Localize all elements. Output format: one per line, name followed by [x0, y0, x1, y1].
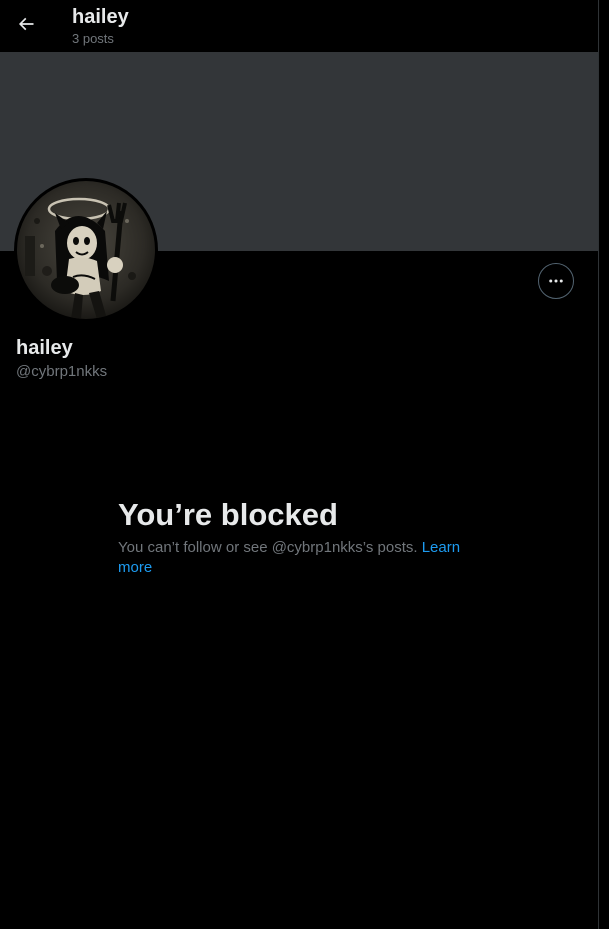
header-title: hailey — [72, 6, 129, 28]
more-horizontal-icon — [549, 279, 563, 283]
post-count: 3 posts — [72, 31, 114, 46]
arrow-left-icon — [18, 17, 34, 31]
profile-handle: @cybrp1nkks — [16, 363, 108, 380]
more-options-button[interactable] — [538, 263, 574, 299]
profile-display-name: hailey — [16, 337, 73, 359]
avatar[interactable] — [14, 178, 158, 322]
profile-page: hailey 3 posts hailey @cybrp1nkks You’re… — [0, 0, 598, 929]
avatar-image — [17, 181, 155, 319]
blocked-message: You’re blocked You can’t follow or see @… — [118, 496, 478, 578]
right-gutter — [599, 0, 609, 929]
top-header: hailey 3 posts — [0, 0, 598, 52]
blocked-description: You can’t follow or see @cybrp1nkks’s po… — [118, 538, 478, 578]
back-button[interactable] — [8, 6, 44, 42]
blocked-title: You’re blocked — [118, 497, 338, 532]
blocked-text: You can’t follow or see @cybrp1nkks’s po… — [118, 539, 418, 556]
